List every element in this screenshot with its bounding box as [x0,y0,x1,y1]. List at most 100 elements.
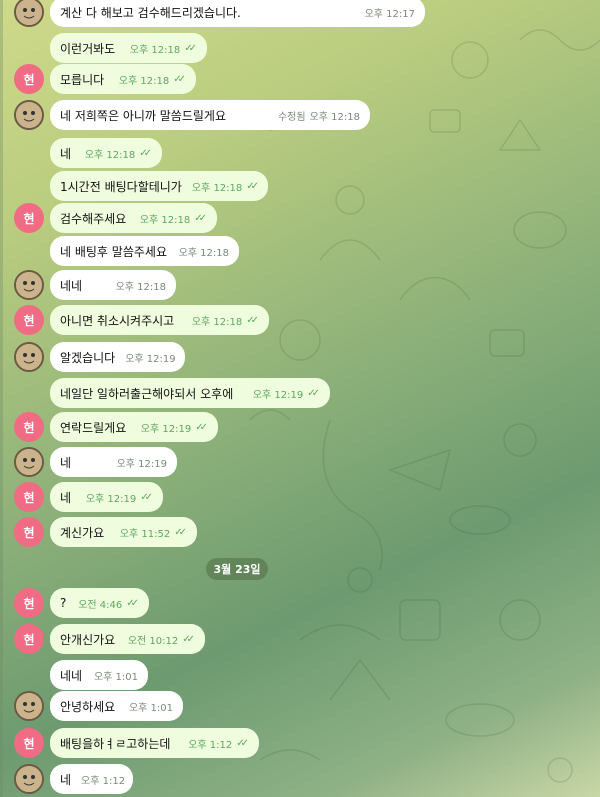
message-meta: 오후 12:19 ✓✓ [141,420,208,435]
contact-avatar[interactable] [14,764,44,794]
message-bubble[interactable]: 네 오후 12:19 [50,447,177,477]
message-text: 안녕하세요 [60,699,116,714]
message-text: 네일단 일하러출근해야되서 오후에 [60,386,234,401]
user-avatar[interactable]: 현 [14,64,44,94]
contact-avatar[interactable] [14,100,44,130]
message-bubble[interactable]: 네 오후 1:12 [50,764,133,794]
message-text: 아니면 취소시켜주시고 [60,313,175,328]
user-avatar[interactable]: 현 [14,482,44,512]
contact-avatar[interactable] [14,270,44,300]
message-text: 검수해주세요 [60,211,127,226]
message-bubble[interactable]: 이런거봐도 오후 12:18 ✓✓ [50,33,207,63]
read-check-icon: ✓✓ [307,387,320,399]
message-bubble[interactable]: 연락드릴게요 오후 12:19 ✓✓ [50,412,218,442]
message-bubble[interactable]: 계산 다 해보고 검수해드리겠습니다. 오후 12:17 [50,0,425,27]
message-meta: 오후 1:12 [81,772,125,787]
message-bubble[interactable]: 네 저희쪽은 아니까 말씀드릴게요 수정됨 오후 12:18 [50,100,370,130]
message-bubble[interactable]: 네일단 일하러출근해야되서 오후에 오후 12:19 ✓✓ [50,378,330,408]
message-bubble[interactable]: 아니면 취소시켜주시고 오후 12:18 ✓✓ [50,305,269,335]
message-text: 네네 [60,278,83,293]
message-row: 계산 다 해보고 검수해드리겠습니다. 오후 12:17 [0,0,600,27]
message-bubble[interactable]: 1시간전 배팅다할테니가 오후 12:18 ✓✓ [50,171,268,201]
message-row: 네 오후 12:18 ✓✓ [0,138,600,168]
message-meta: 오후 12:19 ✓✓ [253,386,320,401]
message-bubble[interactable]: 네네 오후 1:01 [50,660,148,690]
message-bubble[interactable]: 네 배팅후 말씀주세요 오후 12:18 [50,236,239,266]
message-row: 현? 오전 4:46 ✓✓ [0,588,600,618]
user-avatar[interactable]: 현 [14,624,44,654]
message-time: 오후 12:19 [85,493,137,505]
message-bubble[interactable]: 검수해주세요 오후 12:18 ✓✓ [50,203,217,233]
user-avatar[interactable]: 현 [14,305,44,335]
message-meta: 오후 12:19 [117,455,167,470]
message-text: 네네 [60,668,83,683]
message-bubble[interactable]: 배팅을하ㅕㄹ고하는데 오후 1:12 ✓✓ [50,728,259,758]
contact-avatar[interactable] [14,342,44,372]
message-meta: 오후 1:01 [94,668,138,683]
message-bubble[interactable]: 계신가요 오후 11:52 ✓✓ [50,517,197,547]
message-meta: 오전 10:12 ✓✓ [128,632,195,647]
message-time: 오후 12:18 [191,316,243,328]
message-row: 현 배팅을하ㅕㄹ고하는데 오후 1:12 ✓✓ [0,728,600,758]
message-time: 오후 1:01 [128,702,173,714]
message-meta: 오후 11:52 ✓✓ [120,525,187,540]
message-time: 오후 12:18 [178,247,229,259]
message-time: 오후 12:19 [116,458,167,470]
user-avatar[interactable]: 현 [14,728,44,758]
message-meta: 오후 1:01 [129,699,173,714]
message-bubble[interactable]: 알겠습니다 오후 12:19 [50,342,185,372]
contact-avatar[interactable] [14,691,44,721]
date-divider: 3월 23일 [206,558,268,580]
read-check-icon: ✓✓ [184,42,197,54]
message-time: 오전 4:46 [78,599,123,611]
message-bubble[interactable]: 안개신가요 오전 10:12 ✓✓ [50,624,205,654]
user-avatar[interactable]: 현 [14,412,44,442]
message-meta: 오후 12:19 [125,350,175,365]
message-time: 오후 1:12 [188,739,233,751]
message-row: 네 오후 12:19 [0,447,600,477]
chat-history[interactable]: 계산 다 해보고 검수해드리겠습니다. 오후 12:17 이런거봐도 오후 12:18… [0,0,600,797]
message-meta: 오후 12:17 [365,5,415,20]
message-row: 현 아니면 취소시켜주시고 오후 12:18 ✓✓ [0,305,600,335]
read-check-icon: ✓✓ [194,212,207,224]
message-text: 알겠습니다 [60,350,116,365]
message-time: 오후 12:19 [252,389,304,401]
message-time: 오후 11:52 [119,528,171,540]
message-time: 오전 10:12 [127,635,179,647]
message-meta: 오후 12:19 ✓✓ [86,490,153,505]
message-time: 오후 12:19 [125,353,176,365]
message-bubble[interactable]: 네 오후 12:19 ✓✓ [50,482,163,512]
message-text: 네 [60,490,72,505]
read-check-icon: ✓✓ [174,526,187,538]
read-check-icon: ✓✓ [246,180,259,192]
message-text: 안개신가요 [60,632,116,647]
message-time: 오후 1:01 [93,671,138,683]
message-row: 네 저희쪽은 아니까 말씀드릴게요 수정됨 오후 12:18 [0,100,600,130]
contact-avatar[interactable] [14,0,44,27]
message-row: 현 계신가요 오후 11:52 ✓✓ [0,517,600,547]
message-time: 오후 1:12 [81,775,126,787]
message-time: 오후 12:18 [139,214,191,226]
message-bubble[interactable]: 모릅니다 오후 12:18 ✓✓ [50,64,196,94]
message-text: 모릅니다 [60,72,105,87]
message-bubble[interactable]: 네네 오후 12:18 [50,270,176,300]
message-bubble[interactable]: ? 오전 4:46 ✓✓ [50,588,149,618]
message-meta: 오후 12:18 [116,278,166,293]
user-avatar[interactable]: 현 [14,588,44,618]
user-avatar[interactable]: 현 [14,517,44,547]
message-row: 네 오후 1:12 [0,764,600,794]
message-text: 네 [60,455,72,470]
message-row: 현 연락드릴게요 오후 12:19 ✓✓ [0,412,600,442]
message-meta: 오후 12:18 ✓✓ [119,72,186,87]
message-bubble[interactable]: 네 오후 12:18 ✓✓ [50,138,162,168]
read-check-icon: ✓✓ [182,633,195,645]
message-text: 계산 다 해보고 검수해드리겠습니다. [60,5,241,20]
contact-avatar[interactable] [14,447,44,477]
message-row: 네네 오후 1:01 [0,660,600,690]
message-bubble[interactable]: 안녕하세요 오후 1:01 [50,691,183,721]
message-meta: 오전 4:46 ✓✓ [78,596,139,611]
message-text: 네 [60,772,72,787]
message-text: 계신가요 [60,525,105,540]
user-avatar[interactable]: 현 [14,203,44,233]
message-text: ? [60,596,67,610]
